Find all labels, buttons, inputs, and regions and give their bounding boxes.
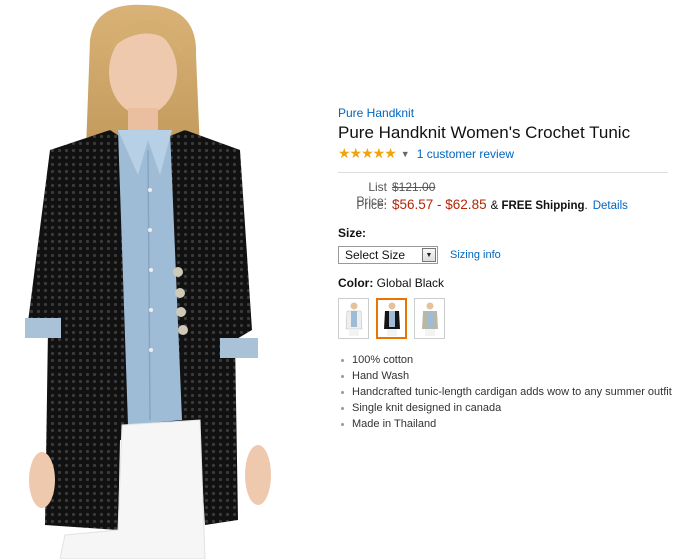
color-selected-value: Global Black (376, 276, 445, 290)
feature-text: Made in Thailand (352, 418, 437, 430)
list-price-row: List Price: $121.00 (338, 180, 668, 208)
feature-text: Hand Wash (352, 370, 410, 382)
price-label: Price: (356, 198, 387, 212)
color-label: Color: (338, 276, 374, 290)
customer-review-link[interactable]: 1 customer review (417, 147, 514, 161)
price-block: List Price: $121.00 Price: $56.57 - $62.… (338, 180, 668, 214)
feature-bullet: Handcrafted tunic-length cardigan adds w… (341, 384, 672, 400)
feature-text: Single knit designed in canada (352, 402, 502, 414)
free-shipping-label: FREE Shipping (501, 200, 585, 212)
sizing-info-link[interactable]: Sizing info (450, 249, 501, 261)
list-price-value: $121.00 (392, 180, 436, 194)
color-swatch-gray[interactable] (414, 298, 445, 339)
color-row: Color: Global Black (338, 276, 668, 290)
size-select-value: Select Size (345, 248, 406, 262)
product-info-panel: Pure Handknit Pure Handknit Women's Croc… (338, 106, 672, 432)
feature-bullet: 100% cotton (341, 352, 668, 368)
bullet-icon (341, 422, 344, 426)
color-swatches (338, 298, 668, 339)
size-row: Select Size ▼ Sizing info (338, 246, 668, 264)
price-row: Price: $56.57 - $62.85 & FREE Shipping. … (338, 197, 668, 214)
bullet-icon (341, 406, 344, 410)
swatch-thumbnail-icon (421, 302, 438, 336)
feature-bullets: 100% cotton Hand Wash Handcrafted tunic-… (341, 352, 672, 432)
product-title: Pure Handknit Women's Crochet Tunic (338, 123, 631, 142)
size-select[interactable]: Select Size ▼ (338, 246, 438, 264)
chevron-down-icon[interactable]: ▼ (401, 149, 410, 159)
swatch-thumbnail-icon (383, 302, 400, 336)
color-swatch-black[interactable] (376, 298, 407, 339)
rating-row: ★★★★★ ▼ 1 customer review (338, 145, 668, 162)
bullet-icon (341, 374, 344, 378)
feature-text: Handcrafted tunic-length cardigan adds w… (352, 386, 672, 398)
shipping-info: & FREE Shipping. (491, 200, 588, 212)
product-main-image[interactable] (0, 0, 300, 559)
brand-link[interactable]: Pure Handknit (338, 106, 668, 120)
feature-text: 100% cotton (352, 354, 414, 366)
price-range: $56.57 - $62.85 (392, 197, 487, 212)
shipping-suffix: . (584, 200, 588, 212)
bullet-icon (341, 358, 344, 362)
color-swatch-white[interactable] (338, 298, 369, 339)
feature-bullet: Hand Wash (341, 368, 668, 384)
divider (338, 172, 668, 173)
shipping-details-link[interactable]: Details (593, 200, 628, 212)
shipping-prefix: & (490, 200, 499, 212)
feature-bullet: Single knit designed in canada (341, 400, 668, 416)
size-label: Size: (338, 226, 367, 240)
feature-bullet: Made in Thailand (341, 416, 668, 432)
swatch-thumbnail-icon (345, 302, 362, 336)
bullet-icon (341, 390, 344, 394)
star-rating-icon[interactable]: ★★★★★ (338, 145, 397, 162)
chevron-down-icon[interactable]: ▼ (422, 248, 436, 262)
